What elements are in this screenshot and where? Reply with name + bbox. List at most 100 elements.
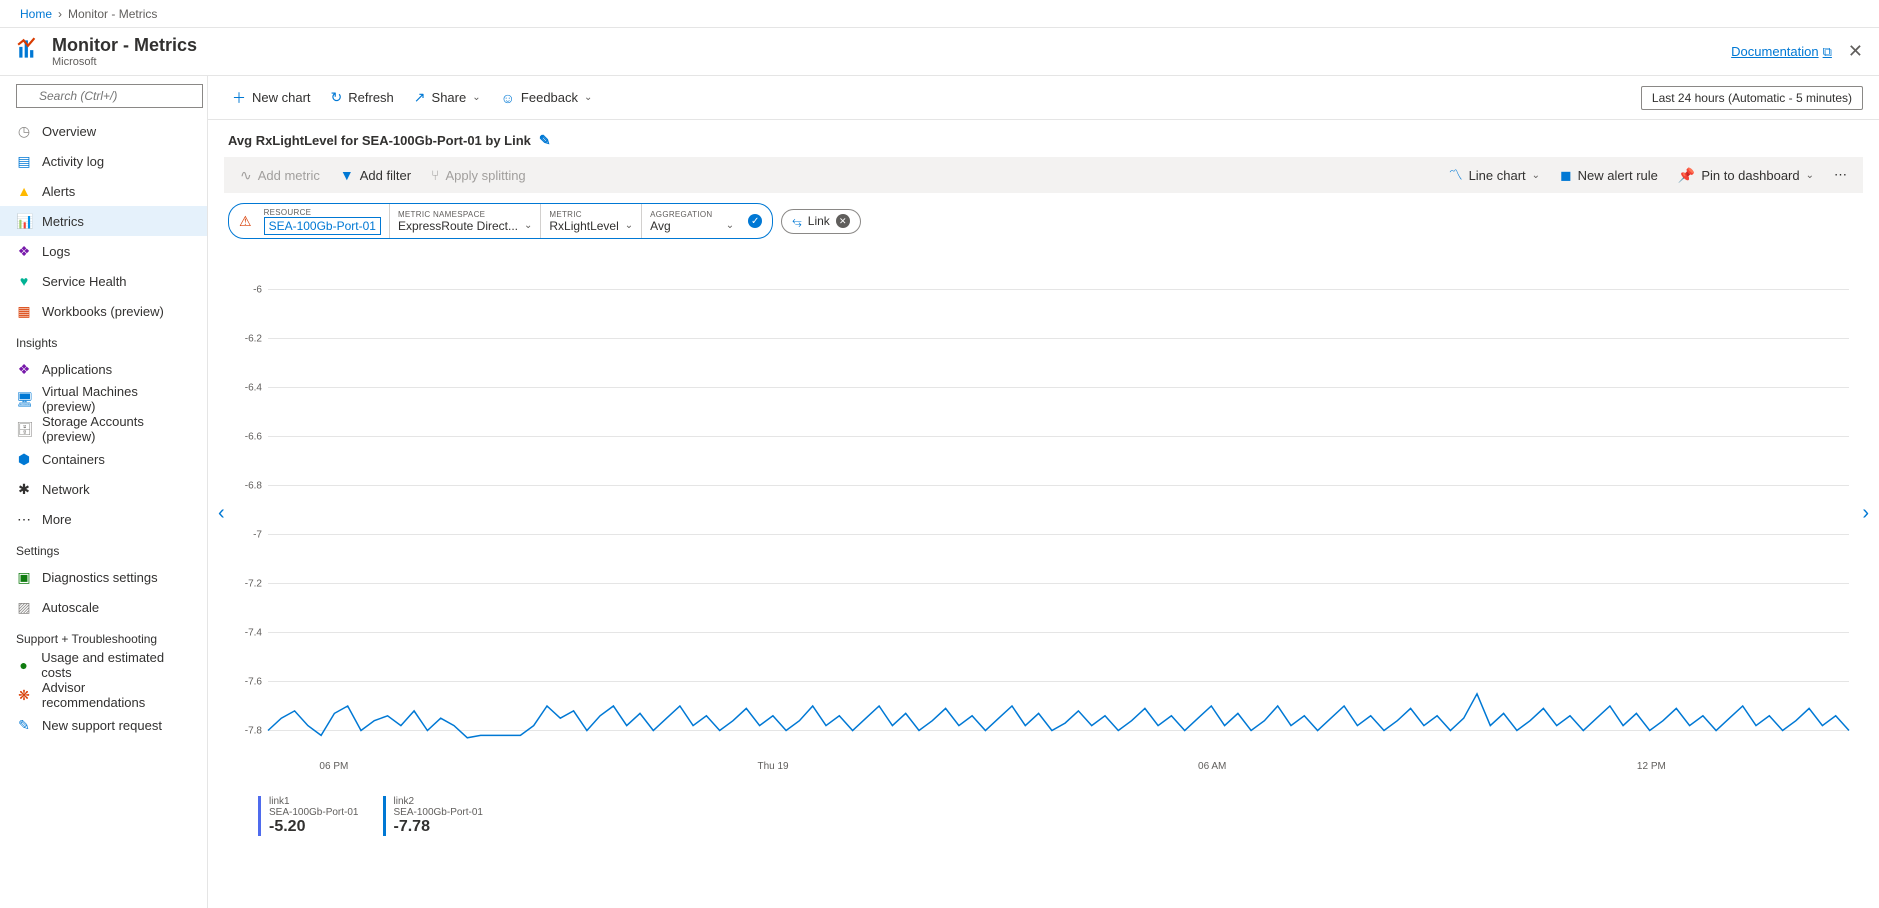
edit-title-icon[interactable]: ✎ <box>539 132 551 149</box>
sidebar-item-storage-accounts-preview-[interactable]: 🗄Storage Accounts (preview) <box>0 414 207 444</box>
sidebar-item-label: Network <box>42 482 90 497</box>
metric-selector-row: ⚠ RESOURCE SEA-100Gb-Port-01 METRIC NAME… <box>208 193 1879 249</box>
close-button[interactable]: ✕ <box>1848 41 1863 62</box>
page-header: Monitor - Metrics Microsoft Documentatio… <box>0 28 1879 76</box>
sidebar-item-label: Activity log <box>42 154 104 169</box>
sidebar-item-service-health[interactable]: ♥Service Health <box>0 266 207 296</box>
sidebar-item-label: Service Health <box>42 274 127 289</box>
sidebar-group-settings: Settings <box>0 534 207 562</box>
svg-text:-6: -6 <box>253 285 262 296</box>
sidebar-item-icon: ▤ <box>16 153 32 170</box>
svg-text:-7.6: -7.6 <box>245 677 263 688</box>
metrics-line-chart[interactable]: -6-6.2-6.4-6.6-6.8-7-7.2-7.4-7.6-7.806 P… <box>228 255 1859 785</box>
breadcrumb-sep: › <box>58 7 62 21</box>
sidebar-item-metrics[interactable]: 📊Metrics <box>0 206 207 236</box>
sidebar-item-usage-and-estimated-costs[interactable]: ●Usage and estimated costs <box>0 650 207 680</box>
smile-icon: ☺ <box>501 90 515 106</box>
sidebar-item-containers[interactable]: ⬢Containers <box>0 444 207 474</box>
sidebar-item-label: Advisor recommendations <box>42 680 191 710</box>
svg-text:12 PM: 12 PM <box>1637 761 1666 772</box>
chart-type-button[interactable]: 〽Line chart⌄ <box>1441 161 1548 189</box>
sidebar-item-icon: ❋ <box>16 687 32 704</box>
add-metric-button[interactable]: ∿Add metric <box>232 163 328 188</box>
svg-text:-7.8: -7.8 <box>245 726 263 737</box>
legend-item-link2[interactable]: link2 SEA-100Gb-Port-01 -7.78 <box>383 796 484 836</box>
legend-item-link1[interactable]: link1 SEA-100Gb-Port-01 -5.20 <box>258 796 359 836</box>
sidebar-search-input[interactable] <box>16 84 203 108</box>
sidebar-group-support: Support + Troubleshooting <box>0 622 207 650</box>
alert-icon: ◼ <box>1560 167 1572 184</box>
chevron-down-icon: ⌄ <box>1806 170 1814 181</box>
resource-selector[interactable]: RESOURCE SEA-100Gb-Port-01 <box>256 204 390 238</box>
remove-split-icon[interactable]: ✕ <box>836 214 850 228</box>
sidebar-item-activity-log[interactable]: ▤ Activity log <box>0 146 207 176</box>
external-link-icon: ⧉ <box>1823 44 1832 60</box>
svg-text:-7: -7 <box>253 530 262 541</box>
warning-icon: ⚠ <box>239 213 252 230</box>
page-subtitle: Microsoft <box>52 56 197 68</box>
refresh-button[interactable]: ↻Refresh <box>323 85 402 110</box>
share-button[interactable]: ↗Share⌄ <box>406 85 489 110</box>
split-by-pill[interactable]: ⥃ Link ✕ <box>781 209 861 234</box>
sidebar-item-new-support-request[interactable]: ✎New support request <box>0 710 207 740</box>
remove-metric-icon[interactable]: ✓ <box>748 214 762 228</box>
sidebar-item-label: Overview <box>42 124 96 139</box>
chevron-down-icon: ⌄ <box>472 92 480 103</box>
sidebar-item-icon: 🗄 <box>16 421 32 438</box>
sidebar-item-label: Workbooks (preview) <box>42 304 164 319</box>
chart-title-text: Avg RxLightLevel for SEA-100Gb-Port-01 b… <box>228 133 531 148</box>
sidebar-item-alerts[interactable]: ▲Alerts <box>0 176 207 206</box>
metric-selector[interactable]: METRIC RxLightLevel⌄ <box>541 204 642 238</box>
apply-splitting-button[interactable]: ⑂Apply splitting <box>423 163 534 187</box>
sidebar-item-network[interactable]: ✱ Network <box>0 474 207 504</box>
timerange-button[interactable]: Last 24 hours (Automatic - 5 minutes) <box>1641 86 1863 110</box>
sidebar-item-label: Usage and estimated costs <box>41 650 191 680</box>
sidebar-item-label: Logs <box>42 244 70 259</box>
sidebar-item-icon: ✱ <box>16 481 32 498</box>
sidebar-item-icon: ❖ <box>16 243 32 260</box>
monitor-metrics-icon <box>16 36 42 68</box>
sidebar-item-icon: ▲ <box>16 183 32 199</box>
sidebar-item-workbooks-preview-[interactable]: ▦ Workbooks (preview) <box>0 296 207 326</box>
sidebar-item-label: Applications <box>42 362 112 377</box>
sidebar-item-label: Virtual Machines (preview) <box>42 384 191 414</box>
chart-area: -6-6.2-6.4-6.6-6.8-7-7.2-7.4-7.6-7.806 P… <box>208 249 1879 908</box>
split-arrow-icon: ⥃ <box>792 214 802 229</box>
breadcrumb-home-link[interactable]: Home <box>20 7 52 21</box>
documentation-link[interactable]: Documentation ⧉ <box>1731 44 1832 60</box>
split-icon: ⑂ <box>431 167 439 183</box>
sidebar-item-label: Autoscale <box>42 600 99 615</box>
page-title: Monitor - Metrics <box>52 35 197 56</box>
more-button[interactable]: ⋯ <box>1826 163 1855 187</box>
sidebar-item-overview[interactable]: ◷ Overview <box>0 116 207 146</box>
filter-icon: ▼ <box>340 167 354 183</box>
chevron-down-icon: ⌄ <box>524 220 532 231</box>
svg-text:-6.8: -6.8 <box>245 481 263 492</box>
sidebar-item-icon: ▦ <box>16 303 32 320</box>
sidebar-item-virtual-machines-preview-[interactable]: 🖥Virtual Machines (preview) <box>0 384 207 414</box>
new-alert-button[interactable]: ◼New alert rule <box>1552 163 1666 188</box>
line-chart-icon: 〽 <box>1449 165 1463 185</box>
main-content: ＋New chart ↻Refresh ↗Share⌄ ☺Feedback⌄ L… <box>208 76 1879 908</box>
pin-dashboard-button[interactable]: 📌Pin to dashboard⌄ <box>1670 163 1822 188</box>
sidebar-item-label: Metrics <box>42 214 84 229</box>
sidebar-item-label: Diagnostics settings <box>42 570 158 585</box>
add-filter-button[interactable]: ▼Add filter <box>332 163 419 187</box>
sidebar-item-logs[interactable]: ❖ Logs <box>0 236 207 266</box>
new-chart-button[interactable]: ＋New chart <box>224 84 319 112</box>
plus-icon: ＋ <box>232 88 246 108</box>
namespace-selector[interactable]: METRIC NAMESPACE ExpressRoute Direct...⌄ <box>390 204 541 238</box>
feedback-button[interactable]: ☺Feedback⌄ <box>493 86 601 110</box>
sidebar-item-icon: ◷ <box>16 123 32 140</box>
svg-text:-6.6: -6.6 <box>245 432 263 443</box>
sidebar-item-diagnostics-settings[interactable]: ▣Diagnostics settings <box>0 562 207 592</box>
sidebar-item-icon: ❖ <box>16 361 32 378</box>
sidebar-item-applications[interactable]: ❖ Applications <box>0 354 207 384</box>
sidebar-item-advisor-recommendations[interactable]: ❋ Advisor recommendations <box>0 680 207 710</box>
sidebar-item-icon: ✎ <box>16 717 32 734</box>
sidebar-item-more[interactable]: ⋯More <box>0 504 207 534</box>
refresh-icon: ↻ <box>331 89 343 106</box>
sidebar-item-autoscale[interactable]: ▨Autoscale <box>0 592 207 622</box>
svg-text:Thu 19: Thu 19 <box>757 761 789 772</box>
aggregation-selector[interactable]: AGGREGATION Avg⌄ <box>642 204 742 238</box>
